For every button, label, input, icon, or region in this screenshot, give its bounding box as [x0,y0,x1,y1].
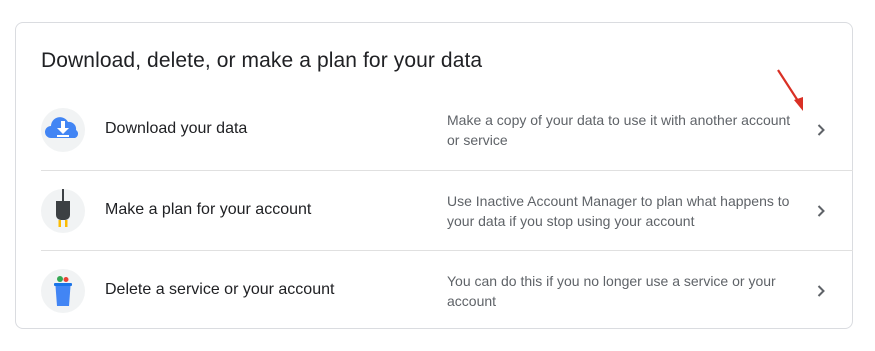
card-title: Download, delete, or make a plan for you… [41,49,483,72]
row-delete-service-or-account[interactable]: Delete a service or your account You can… [41,250,853,331]
row-label: Download your data [105,120,248,137]
row-description: You can do this if you no longer use a s… [447,273,776,309]
data-options-card: Download, delete, or make a plan for you… [15,22,853,329]
row-description: Make a copy of your data to use it with … [447,112,791,148]
row-description: Use Inactive Account Manager to plan wha… [447,193,790,229]
row-make-a-plan[interactable]: Make a plan for your account Use Inactiv… [41,170,853,251]
chevron-right-icon[interactable] [811,120,831,140]
cloud-download-icon [41,108,85,152]
power-plug-icon [41,189,85,233]
row-label: Delete a service or your account [105,281,335,298]
chevron-right-icon[interactable] [811,281,831,301]
row-download-your-data[interactable]: Download your data Make a copy of your d… [41,90,853,170]
chevron-right-icon[interactable] [811,201,831,221]
trash-can-icon [41,269,85,313]
row-label: Make a plan for your account [105,201,312,218]
